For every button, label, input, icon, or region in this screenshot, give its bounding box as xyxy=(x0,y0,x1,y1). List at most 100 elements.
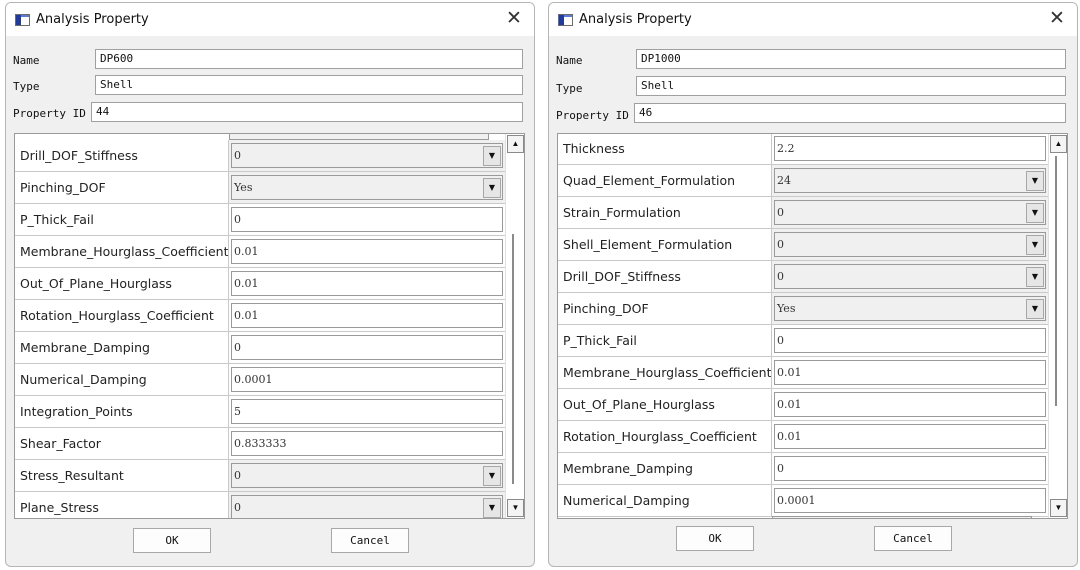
property-value-text: 0.01 xyxy=(234,245,259,258)
value-cell-frame xyxy=(231,175,503,200)
property-value-text: 0 xyxy=(777,206,784,219)
chevron-down-icon[interactable]: ▼ xyxy=(483,178,501,198)
value-cell-frame xyxy=(231,463,503,488)
property-value-input[interactable]: 0.01 xyxy=(229,268,505,300)
chevron-down-icon[interactable]: ▼ xyxy=(1026,203,1044,223)
property-value-text: 0.01 xyxy=(234,277,259,290)
property-value-input[interactable]: 0.833333 xyxy=(229,428,505,460)
value-cell-frame xyxy=(231,399,503,424)
value-cell-frame xyxy=(231,207,503,232)
chevron-down-icon[interactable]: ▼ xyxy=(1026,171,1044,191)
property-value-input[interactable]: 0.0001 xyxy=(229,364,505,396)
value-cell-frame xyxy=(774,424,1046,449)
cancel-button[interactable]: Cancel xyxy=(331,528,409,553)
ok-button[interactable]: OK xyxy=(133,528,211,553)
property-value-dropdown[interactable]: 0 ▼ xyxy=(772,261,1048,293)
scroll-up-icon[interactable]: ▲ xyxy=(1050,135,1067,153)
property-row: Membrane_Damping 0 xyxy=(558,453,1048,485)
property-value-input[interactable]: 0.01 xyxy=(229,300,505,332)
property-name-cell: Membrane_Damping xyxy=(558,453,772,485)
name-field[interactable]: DP1000 xyxy=(636,49,1066,69)
scroll-up-icon[interactable]: ▲ xyxy=(507,135,524,153)
property-name-cell: Shear_Factor xyxy=(15,428,229,460)
property-value-text: 0 xyxy=(777,238,784,251)
property-id-field[interactable]: 44 xyxy=(91,102,523,122)
property-row: Numerical_Damping 0.0001 xyxy=(558,485,1048,517)
property-value-dropdown[interactable]: 0 ▼ xyxy=(229,492,505,518)
property-value-dropdown[interactable]: Yes ▼ xyxy=(772,293,1048,325)
property-row: Stress_Resultant 0 ▼ xyxy=(15,460,505,492)
property-row: Membrane_Hourglass_Coefficient 0.01 xyxy=(15,236,505,268)
value-cell-frame xyxy=(231,143,503,168)
chevron-down-icon[interactable]: ▼ xyxy=(1026,267,1044,287)
value-cell-frame xyxy=(231,303,503,328)
property-value-text: 0.01 xyxy=(777,430,802,443)
chevron-down-icon[interactable]: ▼ xyxy=(1026,299,1044,319)
value-cell-frame xyxy=(774,264,1046,289)
property-name-cell: Numerical_Damping xyxy=(15,364,229,396)
property-value-text: 0.0001 xyxy=(234,373,273,386)
property-value-input[interactable]: 2.2 xyxy=(772,134,1048,165)
property-row: Rotation_Hourglass_Coefficient 0.01 xyxy=(15,300,505,332)
property-value-input[interactable]: 0 xyxy=(772,453,1048,485)
property-value-input[interactable]: 0.01 xyxy=(772,389,1048,421)
property-value-input[interactable]: 0 xyxy=(229,204,505,236)
property-value-input[interactable]: 0.01 xyxy=(772,421,1048,453)
vertical-scrollbar[interactable]: ▲ ▼ xyxy=(1048,134,1067,518)
property-name-cell: Pinching_DOF xyxy=(558,293,772,325)
property-value-text: 0 xyxy=(234,469,241,482)
property-value-input[interactable]: 0 xyxy=(772,325,1048,357)
name-field[interactable]: DP600 xyxy=(95,49,523,69)
property-name-cell: Rotation_Hourglass_Coefficient xyxy=(558,421,772,453)
property-value-text: 0.01 xyxy=(777,398,802,411)
property-value-dropdown[interactable]: 24 ▼ xyxy=(772,165,1048,197)
chevron-down-icon[interactable]: ▼ xyxy=(483,146,501,166)
property-value-input[interactable]: 0.0001 xyxy=(772,485,1048,517)
property-value-dropdown[interactable]: Yes ▼ xyxy=(229,172,505,204)
property-value-dropdown[interactable]: 0 ▼ xyxy=(229,460,505,492)
app-window-icon xyxy=(15,14,30,26)
property-value-dropdown[interactable]: 0 ▼ xyxy=(772,229,1048,261)
value-cell-frame xyxy=(774,136,1046,161)
vertical-scrollbar[interactable]: ▲ ▼ xyxy=(505,134,524,518)
property-value-input[interactable]: 5 xyxy=(229,396,505,428)
ok-button[interactable]: OK xyxy=(676,526,754,551)
property-row: Pinching_DOF Yes ▼ xyxy=(558,293,1048,325)
property-name-cell: Quad_Element_Formulation xyxy=(558,165,772,197)
value-cell-frame xyxy=(774,200,1046,225)
property-row: Membrane_Damping 0 xyxy=(15,332,505,364)
scroll-down-icon[interactable]: ▼ xyxy=(1050,499,1067,517)
scroll-thumb[interactable] xyxy=(512,234,514,484)
property-value-dropdown[interactable]: 0 ▼ xyxy=(772,197,1048,229)
property-value-input[interactable]: 0 xyxy=(229,332,505,364)
value-cell-frame xyxy=(774,232,1046,257)
chevron-down-icon[interactable]: ▼ xyxy=(483,466,501,486)
type-field[interactable]: Shell xyxy=(636,76,1066,96)
property-value-dropdown[interactable]: 0 ▼ xyxy=(229,140,505,172)
chevron-down-icon[interactable]: ▼ xyxy=(483,498,501,518)
close-icon[interactable]: ✕ xyxy=(1043,5,1071,33)
dialog-title: Analysis Property xyxy=(579,12,692,27)
property-id-field[interactable]: 46 xyxy=(634,103,1066,123)
chevron-down-icon[interactable]: ▼ xyxy=(1026,235,1044,255)
property-name-cell: Integration_Points xyxy=(15,396,229,428)
property-value-text: 0.0001 xyxy=(777,494,816,507)
property-row: Integration_Points 5 xyxy=(15,396,505,428)
property-row: Drill_DOF_Stiffness 0 ▼ xyxy=(15,140,505,172)
type-label: Type xyxy=(13,80,40,93)
type-field[interactable]: Shell xyxy=(95,75,523,95)
property-name-cell: Stress_Resultant xyxy=(15,460,229,492)
scroll-thumb[interactable] xyxy=(1055,156,1057,406)
title-bar: Analysis Property ✕ xyxy=(6,3,534,36)
property-row: Shell_Element_Formulation 0 ▼ xyxy=(558,229,1048,261)
close-icon[interactable]: ✕ xyxy=(500,5,528,33)
property-row: Out_Of_Plane_Hourglass 0.01 xyxy=(15,268,505,300)
property-value-input[interactable]: 0.01 xyxy=(772,357,1048,389)
cancel-button[interactable]: Cancel xyxy=(874,526,952,551)
scroll-down-icon[interactable]: ▼ xyxy=(507,499,524,517)
property-name-cell: Out_Of_Plane_Hourglass xyxy=(15,268,229,300)
property-value-input[interactable]: 0.01 xyxy=(229,236,505,268)
property-name-cell: Membrane_Hourglass_Coefficient xyxy=(15,236,229,268)
property-name-cell: Plane_Stress xyxy=(15,492,229,518)
property-row: Drill_DOF_Stiffness 0 ▼ xyxy=(558,261,1048,293)
